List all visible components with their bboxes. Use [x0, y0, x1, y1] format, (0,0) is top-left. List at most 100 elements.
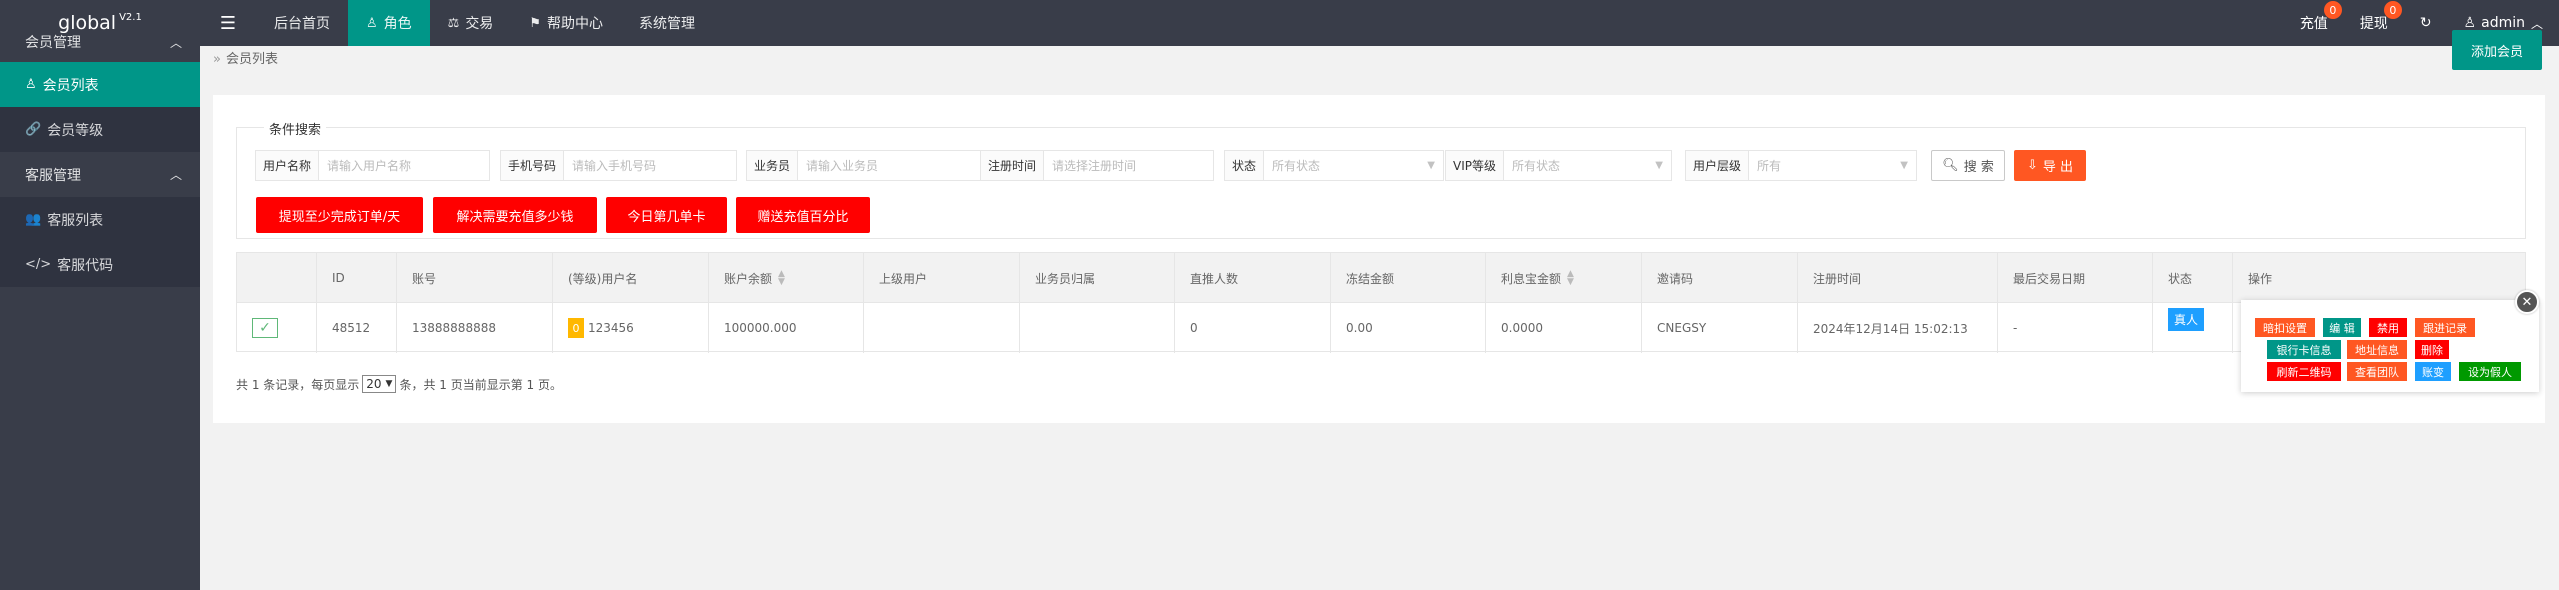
header-interest[interactable]: 利息宝金额 ▲ ▼	[1486, 253, 1642, 303]
recharge-link[interactable]: 充值 0	[2284, 0, 2344, 46]
cell-regtime: 2024年12月14日 15:02:13	[1798, 303, 1998, 353]
header-parent: 上级用户	[864, 253, 1020, 303]
username-label: admin	[2481, 15, 2525, 31]
phone-input[interactable]: 请输入手机号码	[564, 151, 736, 180]
pagination: 共 1 条记录，每页显示 20 ▼ 条，共 1 页当前显示第 1 页。	[236, 375, 562, 393]
regtime-input[interactable]: 请选择注册时间	[1044, 151, 1213, 180]
op-refresh-qrcode[interactable]: 刷新二维码	[2267, 362, 2341, 381]
per-page-select[interactable]: 20 ▼	[362, 375, 397, 393]
sidebar-item-label: 会员列表	[42, 77, 99, 94]
withdraw-link[interactable]: 提现 0	[2344, 0, 2404, 46]
user-layer-select[interactable]: 所有 ▼	[1749, 151, 1916, 180]
header-balance[interactable]: 账户余额 ▲ ▼	[709, 253, 864, 303]
caret-down-icon: ▼	[1900, 160, 1908, 171]
sort-icon: ▲ ▼	[1567, 269, 1574, 287]
nav-system[interactable]: 系统管理	[621, 0, 713, 46]
sidebar-group-label: 客服管理	[25, 167, 81, 184]
header-operations: 操作	[2248, 271, 2273, 286]
quick-btn-today-order-card[interactable]: 今日第几单卡	[606, 197, 727, 233]
nav-home[interactable]: 后台首页	[256, 0, 348, 46]
pager-suffix: 条，共 1 页当前显示第 1 页。	[399, 377, 562, 392]
op-bank-card[interactable]: 银行卡信息	[2267, 340, 2341, 359]
op-address[interactable]: 地址信息	[2347, 340, 2407, 359]
nav-home-label: 后台首页	[274, 16, 330, 32]
close-icon[interactable]: ✕	[2515, 290, 2539, 314]
header-checkbox[interactable]	[237, 253, 317, 303]
phone-field: 手机号码 请输入手机号码	[500, 150, 737, 181]
chevron-up-icon: ︿	[169, 168, 182, 182]
export-button[interactable]: ⇩ 导 出	[2014, 150, 2086, 181]
op-dark-deduct-settings[interactable]: 暗扣设置	[2255, 318, 2315, 337]
cell-interest: 0.0000	[1486, 303, 1642, 353]
search-legend: 条件搜索	[264, 119, 327, 138]
nav-trade[interactable]: ⚖ 交易	[430, 0, 512, 46]
breadcrumb: » 会员列表	[213, 48, 278, 67]
nav-system-label: 系统管理	[638, 16, 695, 32]
nav-role[interactable]: ♙ 角色	[348, 0, 430, 46]
cell-frozen: 0.00	[1331, 303, 1486, 353]
vip-select-value: 所有状态	[1512, 159, 1561, 173]
row-checkbox[interactable]: ✓	[237, 303, 317, 353]
export-button-label: 导 出	[2042, 160, 2074, 175]
status-select[interactable]: 所有状态 ▼	[1264, 151, 1443, 180]
recharge-badge: 0	[2323, 1, 2342, 19]
check-icon: ✓	[252, 318, 278, 338]
cell-username-text: 123456	[588, 321, 634, 335]
cell-username: 0 123456	[553, 303, 709, 353]
sidebar-group-label: 会员管理	[25, 35, 81, 51]
chevron-up-icon: ︿	[2530, 16, 2543, 31]
search-button[interactable]: 🔍︎ 搜 索	[1931, 150, 2005, 181]
sidebar-item-service-list[interactable]: 👥 客服列表	[0, 197, 200, 242]
sidebar-group-service[interactable]: 客服管理 ︿	[0, 152, 200, 197]
header-invite: 邀请码	[1642, 253, 1798, 303]
search-icon: 🔍︎	[1942, 158, 1959, 173]
menu-toggle-icon[interactable]: ☰	[200, 0, 256, 46]
logo-text: global	[58, 12, 117, 34]
cell-last-trade: -	[1998, 303, 2153, 353]
op-account-change[interactable]: 账变	[2415, 362, 2451, 381]
flag-icon: ⚑	[529, 15, 541, 31]
header-id: ID	[317, 253, 397, 303]
member-table: ID 账号 (等级)用户名 账户余额 ▲ ▼ 上级用户 业务员归属 直推人数 冻结金…	[236, 252, 2526, 353]
field-label: 业务员	[747, 151, 799, 180]
top-header: global V2.1 ☰ 后台首页 ♙ 角色 ⚖ 交易 ⚑ 帮助中心 系统管理 充值 0…	[0, 0, 2559, 46]
field-label: 用户名称	[256, 151, 320, 180]
user-icon: ♙	[366, 15, 378, 31]
vip-select[interactable]: 所有状态 ▼	[1504, 151, 1671, 180]
users-icon: 👥	[25, 212, 42, 227]
header-last-trade: 最后交易日期	[1998, 253, 2153, 303]
withdraw-badge: 0	[2383, 1, 2402, 19]
quick-btn-recharge-amount[interactable]: 解决需要充值多少钱	[433, 197, 597, 233]
op-delete[interactable]: 删除	[2415, 340, 2449, 359]
sidebar-item-label: 会员等级	[47, 122, 104, 139]
quick-btn-withdraw-orders[interactable]: 提现至少完成订单/天	[256, 197, 423, 233]
code-icon: </>	[25, 257, 52, 272]
content-panel: 条件搜索 用户名称 请输入用户名称 手机号码 请输入手机号码 业务员 请输入业务…	[213, 95, 2545, 423]
version-label: V2.1	[119, 11, 142, 23]
sidebar-item-label: 客服代码	[57, 257, 114, 274]
sidebar-item-member-level[interactable]: 🔗 会员等级	[0, 107, 200, 152]
sidebar-item-service-code[interactable]: </> 客服代码	[0, 242, 200, 287]
top-nav: 后台首页 ♙ 角色 ⚖ 交易 ⚑ 帮助中心 系统管理	[256, 0, 713, 46]
cell-parent	[864, 303, 1020, 353]
breadcrumb-separator-icon: »	[213, 52, 221, 67]
salesman-input[interactable]: 请输入业务员	[798, 151, 981, 180]
cell-direct: 0	[1175, 303, 1331, 353]
sidebar-item-member-list[interactable]: ♙ 会员列表	[0, 62, 200, 107]
op-edit[interactable]: 编 辑	[2323, 318, 2361, 337]
nav-help[interactable]: ⚑ 帮助中心	[511, 0, 621, 46]
quick-btn-bonus-percent[interactable]: 赠送充值百分比	[736, 197, 870, 233]
add-member-button[interactable]: 添加会员	[2452, 30, 2542, 70]
header-frozen: 冻结金额	[1331, 253, 1486, 303]
nav-role-label: 角色	[383, 16, 412, 32]
op-set-fake[interactable]: 设为假人	[2459, 362, 2521, 381]
link-icon: 🔗	[25, 122, 42, 137]
op-follow-up[interactable]: 跟进记录	[2415, 318, 2475, 337]
header-account: 账号	[397, 253, 553, 303]
sidebar-group-members[interactable]: 会员管理 ︿	[0, 34, 200, 51]
vip-field: VIP等级 所有状态 ▼	[1445, 150, 1672, 181]
username-input[interactable]: 请输入用户名称	[319, 151, 489, 180]
op-disable[interactable]: 禁用	[2369, 318, 2407, 337]
refresh-icon[interactable]: ↻	[2404, 0, 2448, 46]
op-view-team[interactable]: 查看团队	[2347, 362, 2407, 381]
